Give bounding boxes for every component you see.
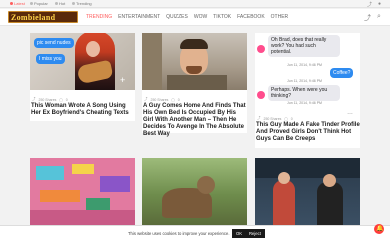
search-icon[interactable]: ⌕: [377, 13, 381, 21]
chat-bubble: pic send nudes: [34, 38, 74, 48]
share-count: 250 Shares: [263, 116, 282, 121]
article-title[interactable]: This Guy Made A Fake Tinder Profile And …: [256, 122, 360, 143]
share-icon: ⤴: [32, 97, 36, 101]
share-count: 250 Shares: [38, 97, 57, 102]
top-utility-bar: Latest Popular Hot Trending ⤴ ●: [0, 0, 390, 8]
singer-face: [86, 41, 100, 57]
nav-wow[interactable]: WOW: [194, 14, 207, 20]
nav-other[interactable]: Other: [271, 14, 289, 20]
article-thumbnail[interactable]: [255, 158, 360, 225]
topbar-popular[interactable]: Popular: [30, 1, 48, 6]
person-figure: [317, 182, 343, 225]
article-card[interactable]: pic send nudes I miss you + ⤴ 250 Shares…: [30, 33, 135, 121]
door-frame: [142, 33, 162, 90]
nav-quizzes[interactable]: Quizzes: [166, 14, 188, 20]
share-icon[interactable]: ⤴: [367, 1, 372, 8]
cookie-message: This website uses cookies to improve you…: [128, 231, 230, 236]
user-icon[interactable]: ●: [378, 1, 381, 7]
guy-shirt: [167, 75, 227, 90]
comment-count: 0: [65, 97, 68, 102]
cookie-banner: This website uses cookies to improve you…: [0, 225, 390, 240]
game-tile: [72, 164, 94, 174]
share-count: 250 Shares: [150, 97, 169, 102]
comment-icon: ▢: [171, 97, 175, 102]
article-title[interactable]: This Woman Wrote A Song Using Her Ex Boy…: [31, 103, 135, 117]
bell-icon: 🔔: [376, 226, 384, 232]
nav-trending[interactable]: Trending: [86, 14, 112, 20]
article-card[interactable]: ⤴ 250 Shares ▢ 0 A Guy Comes Home And Fi…: [142, 33, 247, 137]
article-card[interactable]: [142, 158, 247, 225]
guy-beard: [186, 66, 202, 74]
nav-facebook[interactable]: Facebook: [237, 14, 265, 20]
comment-icon: ▢: [59, 97, 63, 102]
person-face: [323, 174, 336, 187]
article-thumbnail[interactable]: pic send nudes I miss you +: [30, 33, 135, 90]
trending-icon: [72, 2, 75, 5]
notification-button[interactable]: 🔔: [374, 224, 384, 234]
article-card[interactable]: Oh Brad, does that really work? You had …: [255, 33, 360, 148]
nav-entertainment[interactable]: Entertainment: [118, 14, 160, 20]
comment-count: 0: [290, 116, 293, 121]
game-tile: [36, 166, 64, 180]
share-icon[interactable]: ⤴: [364, 13, 371, 23]
article-meta: ⤴ 250 Shares ▢ 0: [257, 116, 293, 121]
timestamp: Jun 11, 2014, 9:46 PM: [287, 101, 322, 105]
article-card[interactable]: [255, 158, 360, 225]
guy-hair: [180, 39, 208, 49]
topbar-hot[interactable]: Hot: [55, 1, 65, 6]
avatar: [257, 45, 265, 53]
chat-bubble: Perhaps. When were you thinking?: [268, 85, 340, 101]
article-thumbnail[interactable]: [30, 158, 135, 225]
more-icon[interactable]: …: [347, 110, 353, 116]
article-thumbnail[interactable]: [142, 33, 247, 90]
game-tile: [40, 190, 80, 202]
cookie-ok-button[interactable]: OK: [232, 229, 247, 238]
game-tile: [100, 176, 130, 192]
article-meta: ⤴ 250 Shares ▢ 0: [32, 97, 68, 102]
latest-icon: [10, 2, 13, 5]
popular-icon: [30, 2, 33, 5]
timestamp: Jun 11, 2014, 9:46 PM: [287, 63, 322, 67]
site-logo[interactable]: Zombieland: [8, 11, 78, 23]
studio-backdrop: [255, 158, 360, 178]
article-meta: ⤴ 250 Shares ▢ 0: [144, 97, 180, 102]
animal-head: [197, 176, 215, 194]
person-face: [278, 172, 290, 184]
cookie-reject-button[interactable]: Reject: [245, 229, 265, 238]
topbar-latest[interactable]: Latest: [10, 1, 25, 6]
share-icon: ⤴: [257, 116, 261, 120]
site-header: Zombieland Trending Entertainment Quizze…: [0, 9, 390, 26]
plus-icon: +: [120, 75, 126, 85]
game-floor: [30, 210, 135, 225]
article-thumbnail[interactable]: [142, 158, 247, 225]
chat-bubble: I miss you: [36, 54, 65, 64]
comment-count: 0: [177, 97, 180, 102]
article-card[interactable]: [30, 158, 135, 225]
chat-bubble: Coffee?: [330, 68, 354, 78]
share-icon: ⤴: [144, 97, 148, 101]
main-nav: Trending Entertainment Quizzes WOW TikTo…: [86, 14, 288, 20]
comment-icon: ▢: [284, 116, 288, 121]
article-title[interactable]: A Guy Comes Home And Finds That His Own …: [143, 103, 247, 138]
topbar-trending[interactable]: Trending: [72, 1, 92, 6]
chat-bubble: Oh Brad, does that really work? You had …: [268, 35, 340, 57]
timestamp: Jun 11, 2014, 9:46 PM: [287, 79, 322, 83]
avatar: [257, 91, 265, 99]
person-figure: [273, 180, 295, 225]
nav-tiktok[interactable]: TikTok: [213, 14, 231, 20]
hot-icon: [55, 2, 58, 5]
article-thumbnail[interactable]: Oh Brad, does that really work? You had …: [255, 33, 360, 113]
